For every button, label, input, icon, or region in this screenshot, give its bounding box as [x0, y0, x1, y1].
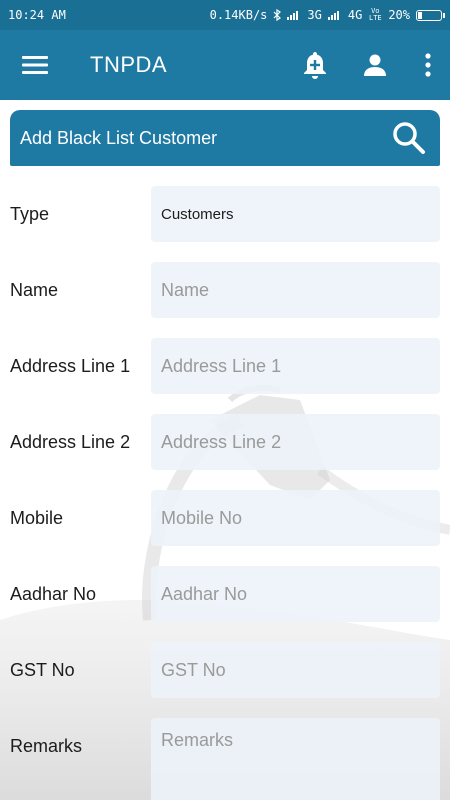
remarks-textarea[interactable]: Remarks — [151, 718, 440, 800]
type-select[interactable]: Customers — [151, 186, 440, 242]
bluetooth-icon — [273, 9, 282, 21]
blacklist-form: Type Customers Name Name Address Line 1 … — [0, 186, 450, 800]
section-title: Add Black List Customer — [20, 127, 218, 148]
form-row-type: Type Customers — [0, 186, 450, 262]
gst-label: GST No — [10, 660, 75, 680]
status-indicators: 0.14KB/s 3G 4G Vo LTE 20% — [209, 7, 445, 22]
person-icon — [364, 54, 386, 76]
form-row-name: Name Name — [0, 262, 450, 338]
menu-button[interactable] — [0, 30, 70, 100]
aadhar-input[interactable]: Aadhar No — [151, 566, 440, 622]
form-row-address-line-2: Address Line 2 Address Line 2 — [0, 414, 450, 490]
more-vert-icon — [424, 53, 431, 77]
form-row-address-line-1: Address Line 1 Address Line 1 — [0, 338, 450, 414]
signal-icon — [287, 11, 299, 20]
content-area: Add Black List Customer Type Customers N… — [0, 100, 450, 800]
address-line-2-label: Address Line 2 — [10, 432, 131, 452]
signal-type-1: 3G — [307, 8, 322, 22]
search-button[interactable] — [392, 121, 426, 155]
form-row-gst: GST No GST No — [0, 642, 450, 718]
add-blacklist-header: Add Black List Customer — [10, 110, 440, 166]
signal-icon — [327, 11, 339, 20]
app-title: TNPDA — [90, 52, 168, 77]
address-line-1-input[interactable]: Address Line 1 — [151, 338, 440, 394]
aadhar-label: Aadhar No — [10, 584, 97, 604]
profile-button[interactable] — [345, 30, 405, 100]
search-icon — [393, 122, 425, 154]
form-row-mobile: Mobile Mobile No — [0, 490, 450, 566]
network-speed: 0.14KB/s — [209, 8, 268, 22]
form-row-aadhar: Aadhar No Aadhar No — [0, 566, 450, 642]
mobile-input[interactable]: Mobile No — [151, 490, 440, 546]
volte-indicator: Vo LTE — [368, 7, 382, 22]
address-line-1-label: Address Line 1 — [10, 356, 131, 376]
address-line-2-input[interactable]: Address Line 2 — [151, 414, 440, 470]
add-notification-icon — [304, 52, 326, 79]
form-row-remarks: Remarks Remarks — [0, 718, 450, 800]
app-toolbar: TNPDA — [0, 30, 450, 100]
battery-icon — [416, 9, 445, 21]
notification-button[interactable] — [285, 30, 345, 100]
remarks-label: Remarks — [10, 736, 83, 756]
name-label: Name — [10, 280, 59, 300]
signal-type-2: 4G — [347, 8, 363, 22]
name-input[interactable]: Name — [151, 262, 440, 318]
overflow-menu-button[interactable] — [405, 30, 450, 100]
status-time: 10:24 AM — [8, 8, 66, 22]
gst-input[interactable]: GST No — [151, 642, 440, 698]
mobile-label: Mobile — [10, 508, 64, 528]
type-label: Type — [10, 204, 50, 224]
menu-icon — [22, 56, 48, 74]
status-bar: 10:24 AM 0.14KB/s 3G 4G Vo LTE 20% — [0, 0, 450, 30]
battery-percent: 20% — [388, 8, 410, 22]
